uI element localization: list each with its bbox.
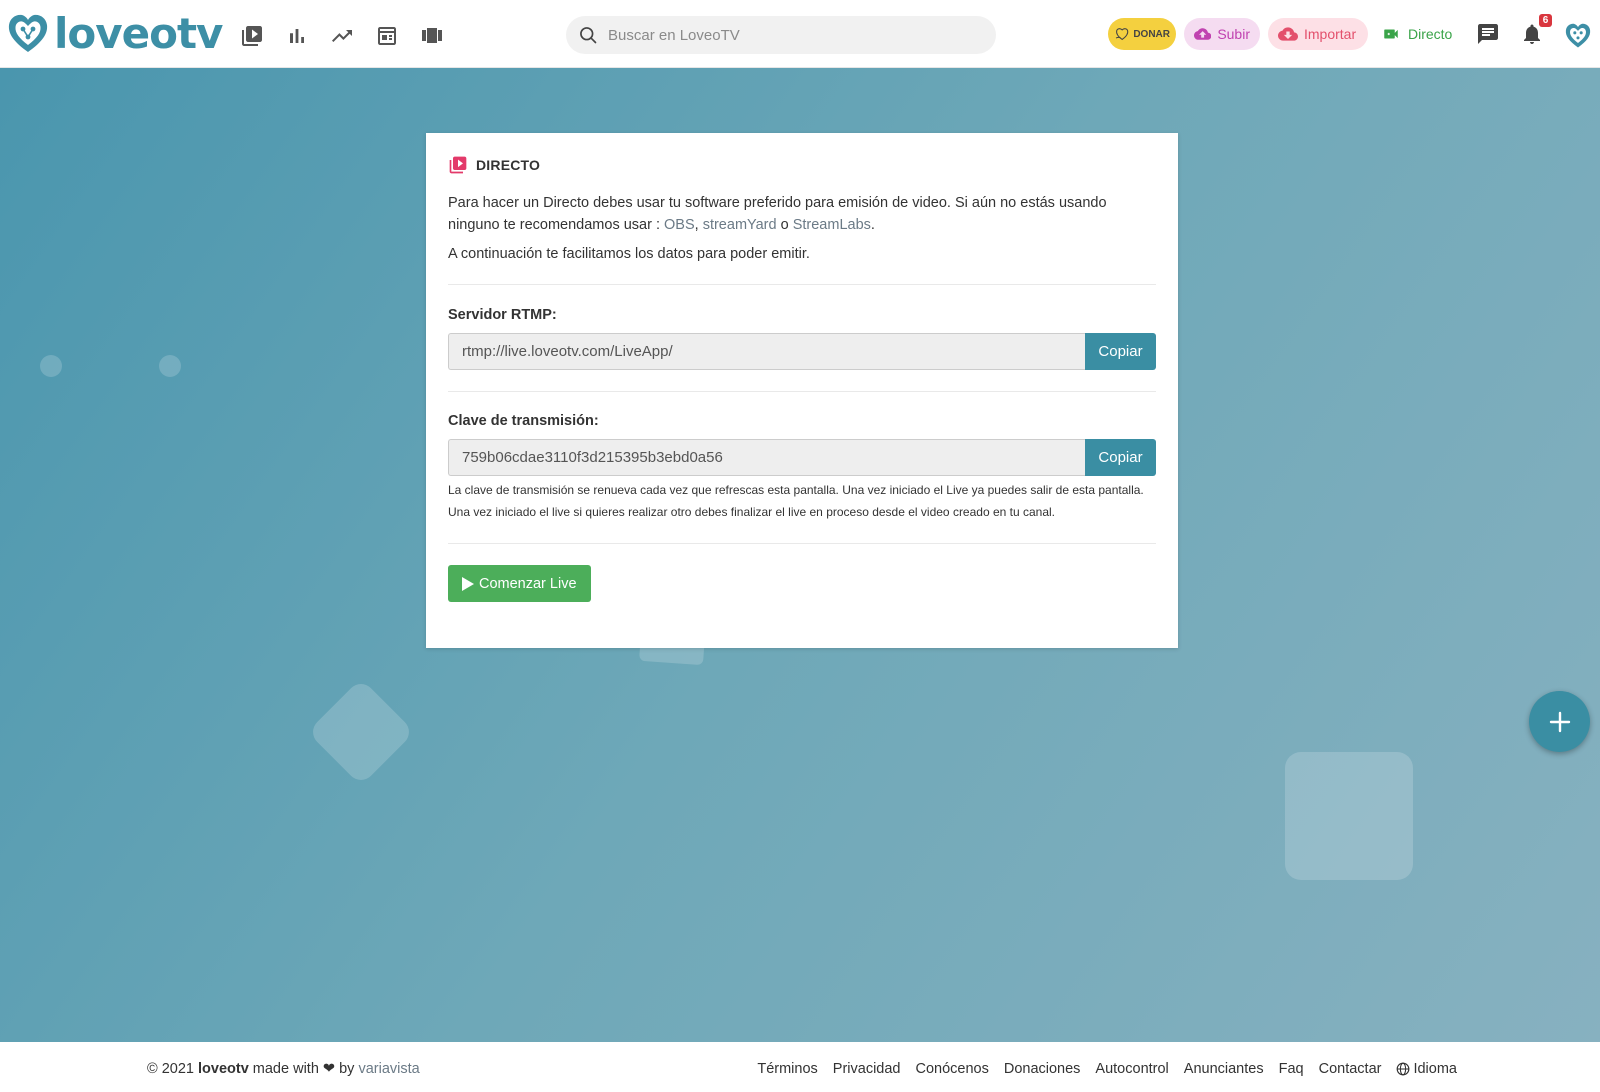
bg-square bbox=[1285, 752, 1413, 880]
footer: © 2021 loveotv made with ❤ by variavista… bbox=[0, 1042, 1600, 1092]
intro-suffix: . bbox=[870, 217, 875, 233]
logo-text: loveotv bbox=[54, 9, 223, 58]
heart-logo-icon bbox=[8, 14, 48, 52]
directo-label: Directo bbox=[1408, 26, 1453, 42]
search-input[interactable] bbox=[608, 26, 968, 44]
chat-icon bbox=[1478, 24, 1499, 44]
footer-link-terminos[interactable]: Términos bbox=[757, 1061, 817, 1077]
copy-prefix: © 2021 bbox=[147, 1061, 198, 1077]
directo-link[interactable]: Directo bbox=[1382, 25, 1452, 43]
bg-dot bbox=[40, 355, 62, 377]
rtmp-label: Servidor RTMP: bbox=[448, 307, 557, 323]
plus-icon bbox=[1549, 711, 1570, 732]
key-input-group: Copiar bbox=[448, 439, 1156, 476]
start-live-button[interactable]: Comenzar Live bbox=[448, 565, 591, 602]
footer-link-autocontrol[interactable]: Autocontrol bbox=[1095, 1061, 1168, 1077]
play-icon bbox=[462, 576, 474, 591]
bg-dot bbox=[159, 355, 181, 377]
by-text: by bbox=[335, 1061, 359, 1077]
subir-button[interactable]: Subir bbox=[1184, 18, 1260, 50]
profile-button[interactable] bbox=[1564, 22, 1591, 48]
main-nav bbox=[240, 24, 444, 48]
video-camera-icon bbox=[1384, 29, 1398, 39]
trending-icon[interactable] bbox=[330, 24, 354, 48]
key-note-line-1: La clave de transmisión se renueva cada … bbox=[448, 483, 1144, 497]
messages-button[interactable] bbox=[1476, 22, 1500, 46]
divider bbox=[448, 543, 1156, 544]
donar-label: DONAR bbox=[1133, 28, 1170, 40]
key-note: La clave de transmisión se renueva cada … bbox=[448, 480, 1156, 523]
video-library-icon[interactable] bbox=[240, 24, 264, 48]
footer-brand: loveotv bbox=[198, 1061, 249, 1077]
bar-chart-icon[interactable] bbox=[285, 24, 309, 48]
donar-button[interactable]: DONAR bbox=[1108, 18, 1176, 50]
rtmp-server-input[interactable] bbox=[448, 333, 1085, 370]
copy-rtmp-button[interactable]: Copiar bbox=[1085, 333, 1156, 370]
bg-diamond bbox=[307, 678, 415, 786]
divider bbox=[448, 284, 1156, 285]
footer-link-contactar[interactable]: Contactar bbox=[1319, 1061, 1382, 1077]
importar-label: Importar bbox=[1304, 26, 1357, 42]
search-bar[interactable] bbox=[566, 16, 996, 54]
divider bbox=[448, 391, 1156, 392]
key-label: Clave de transmisión: bbox=[448, 413, 599, 429]
footer-link-privacidad[interactable]: Privacidad bbox=[833, 1061, 901, 1077]
intro-text: Para hacer un Directo debes usar tu soft… bbox=[448, 192, 1156, 236]
live-setup-card: DIRECTO Para hacer un Directo debes usar… bbox=[426, 133, 1178, 648]
heart-hand-icon bbox=[1115, 28, 1129, 41]
live-video-icon bbox=[449, 156, 467, 174]
heart-icon: ❤ bbox=[322, 1061, 336, 1077]
subir-label: Subir bbox=[1217, 26, 1250, 42]
notifications-button[interactable]: 6 bbox=[1520, 14, 1553, 46]
footer-link-donaciones[interactable]: Donaciones bbox=[1004, 1061, 1081, 1077]
importar-button[interactable]: Importar bbox=[1268, 18, 1368, 50]
calendar-icon[interactable] bbox=[375, 24, 399, 48]
card-title-text: DIRECTO bbox=[476, 157, 541, 173]
add-fab-button[interactable] bbox=[1529, 691, 1590, 752]
header-actions: DONAR Subir Importar Directo 6 bbox=[1108, 14, 1591, 50]
copy-key-button[interactable]: Copiar bbox=[1085, 439, 1156, 476]
cloud-download-icon bbox=[1278, 27, 1298, 41]
footer-link-anunciantes[interactable]: Anunciantes bbox=[1184, 1061, 1264, 1077]
footer-link-faq[interactable]: Faq bbox=[1279, 1061, 1304, 1077]
top-header: loveotv DONAR Subir Importar Directo bbox=[0, 0, 1600, 68]
start-live-label: Comenzar Live bbox=[479, 575, 577, 592]
footer-link-conocenos[interactable]: Conócenos bbox=[915, 1061, 988, 1077]
card-title: DIRECTO bbox=[448, 155, 1156, 175]
rtmp-input-group: Copiar bbox=[448, 333, 1156, 370]
footer-links: Términos Privacidad Conócenos Donaciones… bbox=[757, 1061, 1457, 1077]
search-icon bbox=[580, 27, 597, 44]
intro-sep1: , bbox=[694, 217, 703, 233]
carousel-icon[interactable] bbox=[420, 24, 444, 48]
intro-sep2: o bbox=[776, 217, 793, 233]
link-streamlabs[interactable]: StreamLabs bbox=[793, 217, 871, 233]
made-with: made with bbox=[248, 1061, 323, 1077]
avatar-heart-icon bbox=[1566, 23, 1591, 48]
key-note-line-2: Una vez iniciado el live si quieres real… bbox=[448, 504, 1056, 519]
language-selector[interactable]: Idioma bbox=[1396, 1061, 1457, 1077]
link-streamyard[interactable]: streamYard bbox=[703, 217, 777, 233]
language-label: Idioma bbox=[1413, 1061, 1457, 1077]
author-link[interactable]: variavista bbox=[358, 1061, 419, 1077]
stream-key-input[interactable] bbox=[448, 439, 1085, 476]
subintro-text: A continuación te facilitamos los datos … bbox=[448, 246, 810, 262]
cloud-upload-icon bbox=[1194, 28, 1212, 40]
link-obs[interactable]: OBS bbox=[664, 217, 695, 233]
copyright: © 2021 loveotv made with ❤ by variavista bbox=[147, 1061, 420, 1077]
logo[interactable]: loveotv bbox=[6, 9, 223, 58]
notification-badge: 6 bbox=[1538, 14, 1553, 27]
globe-icon bbox=[1397, 1062, 1410, 1076]
